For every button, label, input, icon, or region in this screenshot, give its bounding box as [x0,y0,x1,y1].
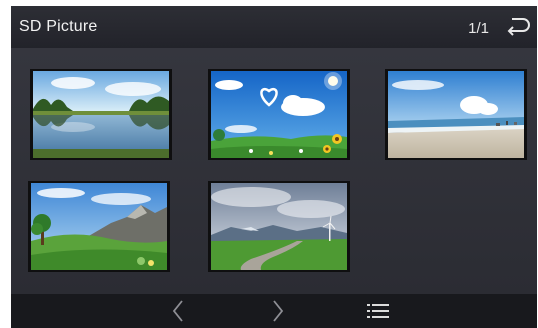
prev-button[interactable] [165,298,191,324]
thumbnail-heart-sky[interactable] [208,69,350,160]
title-bar: SD Picture 1/1 [11,6,537,48]
page-indicator: 1/1 [468,20,489,37]
road-image [211,183,347,270]
heart-sky-image [211,71,347,158]
thumbnail-road[interactable] [208,181,350,272]
return-arrow-icon [507,18,530,36]
list-menu-icon [367,304,389,318]
chevron-left-icon [172,300,183,322]
list-button[interactable] [365,298,391,324]
hills-image [31,183,167,270]
thumbnail-lake[interactable] [30,69,172,160]
lake-image [33,71,169,158]
chevron-right-icon [273,300,284,322]
bottom-toolbar [11,294,537,328]
back-button[interactable] [503,12,533,42]
thumbnail-grid [11,48,537,294]
beach-image [388,71,524,158]
thumbnail-hills[interactable] [28,181,170,272]
thumbnail-beach[interactable] [385,69,527,160]
sd-picture-screen: SD Picture 1/1 [11,6,537,328]
next-button[interactable] [265,298,291,324]
page-title: SD Picture [19,18,98,35]
